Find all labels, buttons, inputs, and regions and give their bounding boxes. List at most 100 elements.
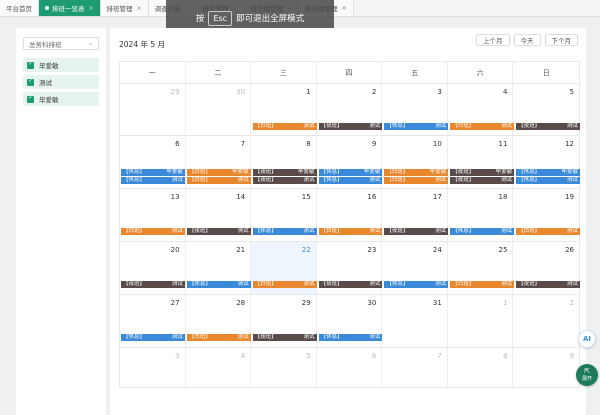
staff-item[interactable]: ✓ 毕爱敏 bbox=[23, 58, 99, 72]
shift-event[interactable]: 【白班】 测试 bbox=[450, 123, 515, 130]
shift-type: 【夜班】 bbox=[320, 281, 343, 287]
calendar-week: 13 14 15 16 17 18 19 【白班】 测试 【夜班】 测试 【休息】 测试 【白班】 测试 【夜… bbox=[119, 189, 580, 242]
day-number: 24 bbox=[432, 246, 442, 254]
month-calendar: 一二三四五六日 29 30 1 2 3 4 5 【白班】 测试 【夜班】 测试 【休息】 测试 【白班】测… bbox=[119, 61, 580, 388]
shift-event[interactable]: 【休息】 测试 bbox=[318, 334, 383, 341]
shift-event[interactable]: 【夜班】 毕爱敏 bbox=[450, 169, 515, 176]
staff-name: 测试 bbox=[303, 334, 315, 340]
shift-event[interactable]: 【休息】 测试 bbox=[318, 177, 383, 184]
calendar-week: 6 7 8 9 10 11 12 【休息】 毕爱敏 【白班】 毕爱敏 【夜班】 毕爱敏 【休息】 毕爱敏 【白… bbox=[119, 136, 580, 189]
day-number: 7 bbox=[437, 352, 442, 360]
tab-0[interactable]: 平台首页 bbox=[0, 0, 39, 16]
day-cell[interactable]: 29 bbox=[120, 84, 186, 135]
shift-event[interactable]: 【白班】 测试 bbox=[252, 123, 317, 130]
shift-type: 【夜班】 bbox=[254, 334, 277, 340]
day-cell[interactable]: 4 bbox=[186, 348, 252, 387]
shift-event[interactable]: 【休息】 测试 bbox=[121, 177, 185, 184]
day-number: 3 bbox=[175, 352, 180, 360]
shift-event[interactable]: 【白班】 测试 bbox=[516, 228, 580, 235]
close-icon[interactable]: × bbox=[89, 5, 94, 12]
today-button[interactable]: 今天 bbox=[513, 34, 541, 46]
shift-event[interactable]: 【休息】 测试 bbox=[384, 281, 449, 288]
day-cell[interactable]: 5 bbox=[251, 348, 317, 387]
tab-2[interactable]: 排班管理 × bbox=[100, 0, 149, 16]
shift-event[interactable]: 【夜班】 测试 bbox=[318, 281, 383, 288]
close-icon[interactable]: × bbox=[342, 5, 347, 12]
checkbox-checked-icon[interactable]: ✓ bbox=[27, 78, 34, 86]
day-cell[interactable]: 3 bbox=[120, 348, 186, 387]
shift-event[interactable]: 【白班】 测试 bbox=[121, 228, 185, 235]
day-number: 30 bbox=[367, 299, 377, 307]
shift-event[interactable]: 【夜班】 测试 bbox=[516, 281, 580, 288]
day-cell[interactable]: 8 bbox=[448, 348, 514, 387]
calendar-week: 20 21 22 23 24 25 26 【夜班】 测试 【休息】 测试 【白班】 测试 【夜班】 测试 【休… bbox=[119, 242, 580, 295]
shift-event[interactable]: 【休息】 测试 bbox=[384, 123, 449, 130]
day-number: 4 bbox=[240, 352, 246, 360]
next-month-button[interactable]: 下个月 bbox=[544, 34, 578, 46]
shift-event[interactable]: 【夜班】 测试 bbox=[186, 228, 251, 235]
shift-event[interactable]: 【夜班】 测试 bbox=[384, 228, 449, 235]
shift-type: 【休息】 bbox=[386, 123, 409, 129]
schedule-group-select[interactable]: 总务科排班 ⌄ bbox=[23, 37, 99, 50]
shift-event[interactable]: 【白班】 测试 bbox=[384, 177, 449, 184]
shift-event[interactable]: 【夜班】 测试 bbox=[450, 177, 515, 184]
day-cell[interactable]: 31 bbox=[382, 295, 448, 347]
day-number: 10 bbox=[432, 140, 442, 148]
day-cell[interactable]: 7 bbox=[382, 348, 448, 387]
day-cell[interactable]: 30 bbox=[186, 84, 252, 135]
staff-item[interactable]: ✓ 测试 bbox=[23, 75, 99, 89]
staff-name: 测试 bbox=[369, 334, 381, 340]
shift-event[interactable]: 【白班】 测试 bbox=[186, 334, 251, 341]
shift-event[interactable]: 【休息】 测试 bbox=[186, 281, 251, 288]
shift-event[interactable]: 【白班】 测试 bbox=[318, 228, 383, 235]
shift-event[interactable]: 【休息】 测试 bbox=[450, 228, 515, 235]
shift-event[interactable]: 【休息】 测试 bbox=[121, 334, 185, 341]
day-cell[interactable]: 1 bbox=[448, 295, 514, 347]
day-number: 18 bbox=[498, 193, 508, 201]
shift-event[interactable]: 【夜班】 测试 bbox=[318, 123, 383, 130]
weekday-header: 一二三四五六 日 bbox=[119, 61, 580, 83]
staff-item[interactable]: ✓ 毕爱敏 bbox=[23, 92, 99, 106]
shift-type: 【夜班】 bbox=[123, 281, 146, 287]
staff-name: 毕爱敏 bbox=[429, 169, 447, 175]
day-number: 31 bbox=[432, 299, 442, 307]
shift-event[interactable]: 【白班】 毕爱敏 bbox=[384, 169, 449, 176]
shift-event[interactable]: 【夜班】 测试 bbox=[516, 123, 580, 130]
calendar-week: 27 28 29 30 31 1 2 【休息】 测试 【白班】 测试 【夜班】 测试 【休息】 测试 bbox=[119, 295, 580, 348]
day-number: 1 bbox=[306, 88, 311, 96]
checkbox-checked-icon[interactable]: ✓ bbox=[27, 95, 34, 103]
staff-name: 测试 bbox=[303, 177, 315, 183]
day-cell[interactable]: 2 bbox=[513, 295, 579, 347]
shift-event[interactable]: 【白班】 毕爱敏 bbox=[186, 169, 251, 176]
tab-1[interactable]: 排班一览表 × bbox=[39, 0, 101, 16]
shift-event[interactable]: 【休息】 测试 bbox=[252, 228, 317, 235]
checkbox-checked-icon[interactable]: ✓ bbox=[27, 61, 34, 69]
shift-type: 【白班】 bbox=[386, 177, 409, 183]
day-cell[interactable]: 9 bbox=[513, 348, 579, 387]
day-number: 6 bbox=[371, 352, 377, 360]
shift-event[interactable]: 【白班】 测试 bbox=[450, 281, 515, 288]
staff-name: 测试 bbox=[237, 228, 249, 234]
shift-type: 【夜班】 bbox=[254, 169, 277, 175]
shift-event[interactable]: 【休息】 毕爱敏 bbox=[121, 169, 185, 176]
staff-name: 测试 bbox=[566, 177, 578, 183]
close-icon[interactable]: × bbox=[137, 5, 142, 12]
expand-button[interactable]: ⇱ 展开 bbox=[576, 364, 598, 386]
staff-name: 测试 bbox=[435, 281, 447, 287]
shift-event[interactable]: 【白班】 测试 bbox=[252, 281, 317, 288]
ai-assistant-button[interactable]: AI bbox=[578, 330, 596, 348]
shift-event[interactable]: 【休息】 毕爱敏 bbox=[318, 169, 383, 176]
shift-event[interactable]: 【夜班】 测试 bbox=[252, 177, 317, 184]
day-number: 20 bbox=[170, 246, 180, 254]
staff-name: 测试 bbox=[171, 228, 183, 234]
day-number: 1 bbox=[502, 299, 508, 307]
day-number: 11 bbox=[498, 140, 508, 148]
shift-event[interactable]: 【休息】 毕爱敏 bbox=[516, 169, 580, 176]
shift-event[interactable]: 【夜班】 毕爱敏 bbox=[252, 169, 317, 176]
shift-event[interactable]: 【夜班】 测试 bbox=[121, 281, 185, 288]
prev-month-button[interactable]: 上个月 bbox=[476, 34, 510, 46]
day-cell[interactable]: 6 bbox=[317, 348, 383, 387]
shift-event[interactable]: 【休息】 测试 bbox=[516, 177, 580, 184]
shift-event[interactable]: 【白班】 测试 bbox=[186, 177, 251, 184]
shift-event[interactable]: 【夜班】 测试 bbox=[252, 334, 317, 341]
